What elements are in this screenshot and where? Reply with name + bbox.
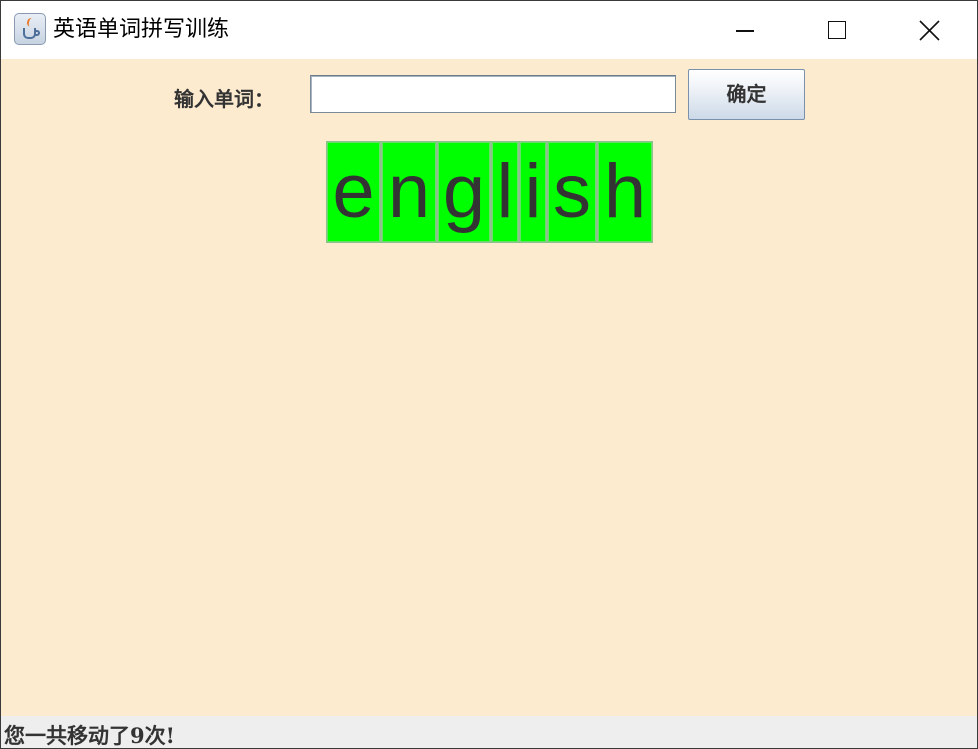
input-word-label: 输入单词： bbox=[174, 87, 274, 111]
letter-tile[interactable]: s bbox=[547, 141, 597, 243]
letter-tile[interactable]: l bbox=[491, 141, 519, 243]
minimize-button[interactable] bbox=[699, 1, 791, 59]
move-count-status: 您一共移动了9次! bbox=[4, 723, 175, 748]
close-icon bbox=[919, 20, 940, 41]
maximize-button[interactable] bbox=[791, 1, 883, 59]
main-panel: 输入单词： 确定 english bbox=[1, 59, 977, 716]
title-bar[interactable]: 英语单词拼写训练 bbox=[1, 1, 977, 59]
letter-tile[interactable]: i bbox=[519, 141, 547, 243]
word-input[interactable] bbox=[310, 75, 676, 113]
minimize-icon bbox=[736, 30, 754, 32]
java-cup-icon[interactable] bbox=[14, 13, 46, 45]
letter-tile[interactable]: h bbox=[597, 141, 653, 243]
app-window: 英语单词拼写训练 输入单词： 确定 english 您一共移动了9次! bbox=[0, 0, 978, 749]
maximize-icon bbox=[828, 21, 846, 39]
status-bar: 您一共移动了9次! bbox=[1, 716, 977, 748]
letter-tiles: english bbox=[326, 141, 653, 243]
letter-tile[interactable]: n bbox=[381, 141, 437, 243]
letter-tile[interactable]: e bbox=[326, 141, 381, 243]
window-title: 英语单词拼写训练 bbox=[53, 17, 230, 42]
letter-tile[interactable]: g bbox=[437, 141, 491, 243]
close-button[interactable] bbox=[883, 1, 975, 59]
confirm-button[interactable]: 确定 bbox=[688, 69, 805, 120]
